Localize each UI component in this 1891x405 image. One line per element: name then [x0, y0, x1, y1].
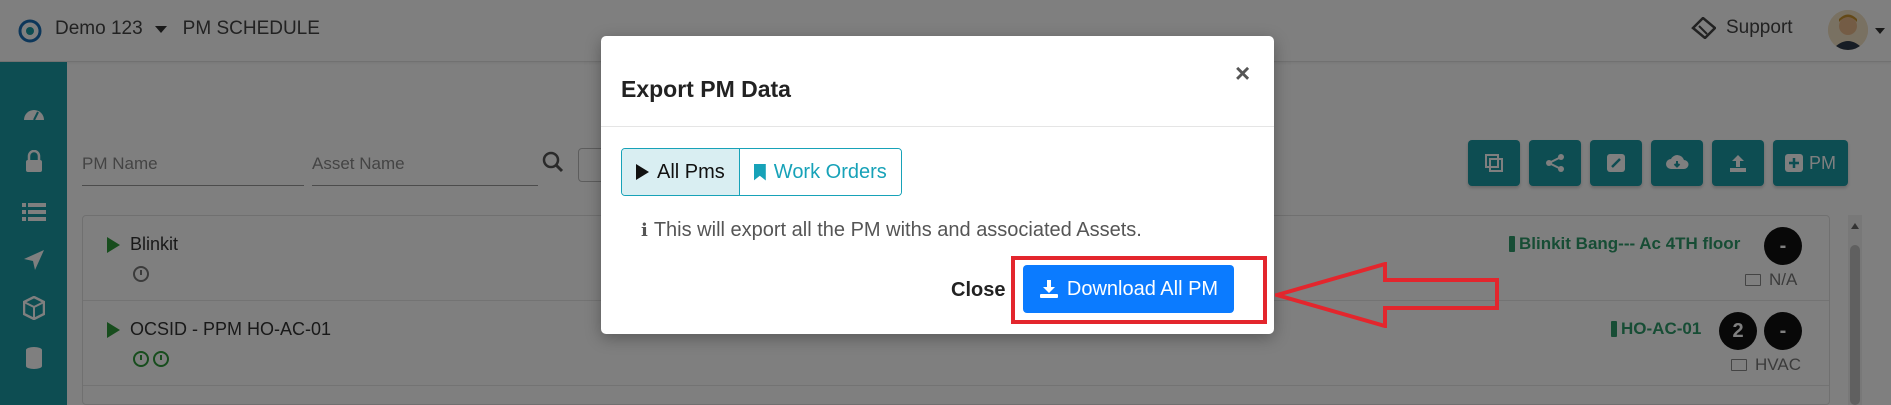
tab-all-pms-label: All Pms [657, 160, 725, 183]
export-info-text: This will export all the PM withs and as… [653, 219, 1142, 241]
modal-title: Export PM Data [621, 76, 791, 102]
tab-work-orders-label: Work Orders [773, 160, 887, 183]
info-icon: i [641, 220, 648, 241]
export-type-toggle: All Pms Work Orders [621, 148, 902, 196]
close-button[interactable]: Close [951, 279, 1005, 302]
tab-work-orders[interactable]: Work Orders [739, 149, 901, 195]
modal-header: Export PM Data × [601, 36, 1274, 127]
tab-all-pms[interactable]: All Pms [622, 149, 740, 195]
close-icon[interactable]: × [1235, 60, 1250, 86]
bookmark-icon [753, 163, 766, 181]
play-icon [636, 164, 649, 180]
export-info: i This will export all the PM withs and … [641, 219, 1142, 242]
highlight-box-annotation [1011, 256, 1267, 324]
left-arrow-annotation-icon [1275, 262, 1499, 328]
